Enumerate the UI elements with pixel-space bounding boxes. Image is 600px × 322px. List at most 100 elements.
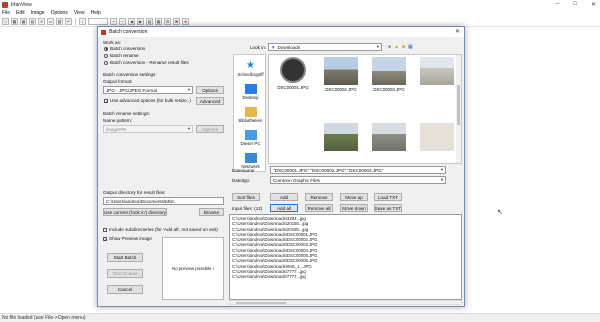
test-rename-button[interactable]: Test rename <box>107 269 143 278</box>
menu-image[interactable]: Image <box>31 10 45 16</box>
place-desktop[interactable]: Desktop <box>234 84 267 100</box>
file-list-scrollbar[interactable] <box>456 55 461 163</box>
name-pattern-label: Name pattern: <box>103 118 133 123</box>
scrollbar-thumb[interactable] <box>457 85 460 125</box>
advanced-button[interactable]: Advanced <box>196 97 224 105</box>
photo-thumbnail <box>372 57 406 85</box>
place-libraries[interactable]: Bibliotheken <box>234 107 267 123</box>
file-thumbnail[interactable]: DSC00003.JPG <box>367 57 411 92</box>
file-name: DSC00002.JPG <box>325 87 357 92</box>
remove-button[interactable]: Remove <box>305 193 333 201</box>
radio-batch-conversion[interactable]: Batch conversion <box>104 46 145 51</box>
filetype-label: Dateityp: <box>232 178 251 183</box>
menu-help[interactable]: Help <box>91 10 101 16</box>
window-controls: – □ ✕ <box>556 1 596 8</box>
app-titlebar: IrfanView – □ ✕ <box>0 0 600 9</box>
look-in-select[interactable]: ▼ Downloads ▼ <box>268 43 382 51</box>
save-icon[interactable]: ▦ <box>20 18 27 25</box>
zoom-field[interactable] <box>88 18 108 25</box>
minimize-icon[interactable]: – <box>556 1 559 8</box>
slideshow-icon[interactable]: ▩ <box>11 18 18 25</box>
move-up-button[interactable]: Move up <box>340 193 368 201</box>
remove-all-button[interactable]: Remove all <box>305 204 333 212</box>
zoom-in-icon[interactable]: + <box>110 18 117 25</box>
app-title: IrfanView <box>11 1 32 8</box>
settings-icon[interactable]: ⚙ <box>164 18 171 25</box>
checkbox-indicator: ✓ <box>103 236 108 242</box>
load-txt-button[interactable]: Load TXT <box>374 193 402 201</box>
save-as-txt-button[interactable]: Save as TXT <box>374 204 402 212</box>
show-preview-checkbox[interactable]: ✓ Show Preview image <box>103 236 152 241</box>
paste-icon[interactable]: ▨ <box>56 18 63 25</box>
use-current-directory-button[interactable]: Use current ('look in') directory <box>103 208 167 216</box>
new-folder-icon[interactable]: ■ <box>402 44 405 50</box>
place-label: Dieser PC <box>240 141 261 146</box>
file-thumbnail[interactable] <box>415 123 459 153</box>
start-batch-button[interactable]: Start Batch <box>107 253 143 262</box>
output-directory-input[interactable]: C:\Users\andrea\Documents\Misc <box>103 197 224 205</box>
add-button[interactable]: Add <box>270 193 298 201</box>
place-network[interactable]: Netzwerk <box>234 153 267 169</box>
browse-button[interactable]: Browse <box>199 208 224 216</box>
place-this-pc[interactable]: Dieser PC <box>234 130 267 146</box>
info-icon[interactable]: i <box>79 18 86 25</box>
photo-thumbnail <box>420 57 454 85</box>
dialog-app-icon <box>101 29 106 35</box>
copy-to-icon[interactable]: ▤ <box>146 18 153 25</box>
back-icon[interactable]: ● <box>388 44 391 50</box>
rename-settings-label: Batch rename settings: <box>103 111 150 116</box>
list-item[interactable]: C:\Users\andrea\Downloads\7777...jpg <box>232 274 459 279</box>
view-menu-icon[interactable]: ▦ <box>408 44 413 50</box>
print-icon[interactable]: ▤ <box>29 18 36 25</box>
copy-icon[interactable]: ▭ <box>47 18 54 25</box>
delete-icon[interactable]: ✖ <box>173 18 180 25</box>
include-subdirectories-checkbox[interactable]: Include subdirectories (for 'Add all', n… <box>103 227 218 232</box>
open-icon[interactable]: □ <box>2 18 9 25</box>
input-files-list[interactable]: C:\Users\andrea\Downloads\3294...jpg C:\… <box>229 214 462 300</box>
input-files-hscrollbar[interactable] <box>229 300 462 305</box>
work-as-label: Work as: <box>103 40 122 45</box>
file-thumbnail[interactable] <box>415 57 459 87</box>
menu-options[interactable]: Options <box>51 10 68 16</box>
undo-icon[interactable]: ↶ <box>65 18 72 25</box>
zoom-out-icon[interactable]: − <box>119 18 126 25</box>
radio-batch-conversion-rename[interactable]: Batch conversion - Rename result files <box>104 60 189 65</box>
rename-options-button[interactable]: Options <box>196 125 224 133</box>
next-icon[interactable]: ▶ <box>137 18 144 25</box>
about-icon[interactable]: ★ <box>182 18 189 25</box>
radio-batch-rename[interactable]: Batch rename <box>104 53 139 58</box>
previous-icon[interactable]: ◀ <box>128 18 135 25</box>
photo-thumbnail <box>420 123 454 151</box>
filename-input[interactable]: "DSC00001.JPG" "DSC00002.JPG" "DSC00003.… <box>270 166 446 174</box>
file-thumbnail[interactable] <box>367 123 411 153</box>
name-pattern-input[interactable]: image### ▼ <box>103 125 193 133</box>
place-quick-access[interactable]: ★ Schnellzugriff <box>234 61 267 78</box>
file-thumbnail[interactable]: DSC00002.JPG <box>319 57 363 92</box>
conversion-settings-label: Batch conversion settings: <box>103 72 157 77</box>
file-thumbnail[interactable] <box>319 123 363 153</box>
add-all-button[interactable]: Add all <box>270 204 298 212</box>
place-label: Schnellzugriff <box>237 72 264 77</box>
cancel-button[interactable]: Cancel <box>107 285 143 294</box>
output-format-select[interactable]: JPG - JPG/JPEG Format ▼ <box>103 86 193 94</box>
filetype-select[interactable]: Common Graphic Files ▼ <box>270 176 446 184</box>
menu-edit[interactable]: Edit <box>16 10 25 16</box>
advanced-options-checkbox[interactable]: ✓ Use advanced options (for bulk resize..… <box>104 98 191 103</box>
scrollbar-thumb[interactable] <box>236 302 286 304</box>
move-down-button[interactable]: Move down <box>340 204 368 212</box>
thumbnails-icon[interactable]: ▦ <box>155 18 162 25</box>
file-thumbnail[interactable]: DSC00001.JPG <box>271 57 315 90</box>
network-icon <box>244 153 257 163</box>
cut-icon[interactable]: ✕ <box>38 18 45 25</box>
close-icon[interactable]: ✕ <box>591 1 596 8</box>
menu-view[interactable]: View <box>74 10 85 16</box>
sort-files-button[interactable]: Sort files <box>232 193 260 201</box>
dialog-close-icon[interactable]: ✕ <box>455 28 460 35</box>
maximize-icon[interactable]: □ <box>573 1 577 8</box>
browser-toolbar: ● ▲ ■ ▦ <box>388 44 413 50</box>
format-options-button[interactable]: Options <box>196 86 224 94</box>
filename-label: Dateiname: <box>232 168 256 173</box>
chevron-down-icon: ▼ <box>187 126 191 131</box>
up-folder-icon[interactable]: ▲ <box>394 44 399 50</box>
menu-file[interactable]: File <box>2 10 10 16</box>
